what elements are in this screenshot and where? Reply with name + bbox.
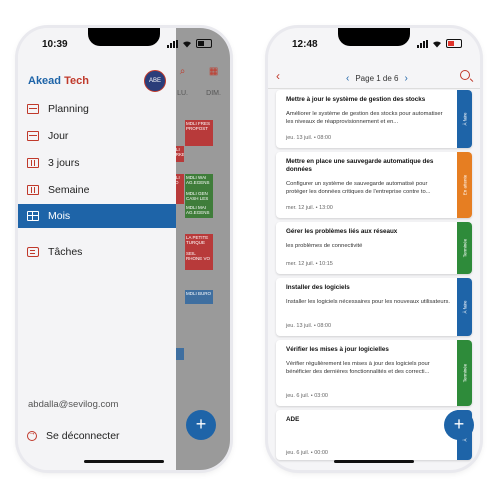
status-badge: À faire [457, 278, 472, 336]
task-description: Vérifier régulièrement les mises à jour … [286, 361, 430, 375]
search-icon: ⌕ [179, 66, 186, 77]
status-label: Terminée [462, 363, 467, 383]
menu-label: Semaine [48, 184, 90, 196]
prev-page-button[interactable]: ‹ [346, 73, 349, 84]
home-indicator [84, 460, 164, 463]
task-date: mer. 12 juil. • 10:15 [286, 261, 333, 267]
three-days-icon [27, 158, 39, 168]
day-label: DIM. [206, 90, 221, 97]
calendar-event: SEIL RHONE VO [185, 250, 213, 270]
back-icon[interactable]: ‹ [276, 69, 280, 83]
task-title: Installer des logiciels [286, 284, 350, 291]
status-label: À faire [462, 112, 467, 126]
status-badge: Terminée [457, 340, 472, 406]
status-label: Terminée [462, 238, 467, 258]
status-time: 10:39 [42, 39, 68, 50]
menu-label: Jour [48, 130, 69, 142]
calendar-event: MDLI WAI AG.EGENS [185, 174, 213, 190]
task-title: ADE [286, 416, 300, 423]
right-phone-frame: 12:48 ‹ ‹ Page 1 de 6 › Mettre à jour le… [268, 28, 480, 470]
task-description: les problèmes de connectivité [286, 243, 363, 249]
task-title: Mettre en place une sauvegarde automatiq… [286, 158, 434, 173]
day-label: LU. [177, 90, 188, 97]
page-label: Page 1 de 6 [355, 74, 399, 83]
avatar[interactable]: ABE [144, 70, 166, 92]
task-description: Améliorer le système de gestion des stoc… [286, 111, 443, 125]
task-list-header: ‹ ‹ Page 1 de 6 › [268, 66, 480, 89]
week-icon [27, 185, 39, 195]
list-icon [27, 104, 39, 114]
task-card[interactable]: Mettre à jour le système de gestion des … [276, 90, 472, 148]
notch [88, 28, 160, 46]
task-title: Mettre à jour le système de gestion des … [286, 96, 426, 103]
menu-label: 3 jours [48, 157, 80, 169]
battery-icon [446, 39, 462, 48]
tasks-icon [27, 247, 39, 257]
menu-item-taches[interactable]: Tâches [18, 240, 176, 264]
task-card[interactable]: Gérer les problèmes liés aux réseaux les … [276, 222, 472, 274]
next-page-button[interactable]: › [405, 73, 408, 84]
notch [338, 28, 410, 46]
home-indicator [334, 460, 414, 463]
search-icon[interactable] [460, 70, 470, 80]
task-title: Gérer les problèmes liés aux réseaux [286, 228, 398, 235]
calendar-icon: ▦ [208, 66, 219, 77]
menu-item-semaine[interactable]: Semaine [18, 178, 176, 202]
add-event-button[interactable]: + [186, 410, 216, 440]
calendar-event: LA PETITE TURQUE [185, 234, 213, 250]
user-email: abdalla@sevilog.com [28, 399, 119, 410]
month-grid-icon [27, 211, 39, 221]
task-date: jeu. 13 juil. • 08:00 [286, 135, 332, 141]
battery-icon [196, 39, 212, 48]
menu-label: Mois [48, 210, 71, 222]
day-icon [27, 131, 39, 141]
task-card[interactable]: Installer des logiciels Installer les log… [276, 278, 472, 336]
status-time: 12:48 [292, 39, 318, 50]
status-badge: Terminée [457, 222, 472, 274]
logout-button[interactable]: Se déconnecter [18, 426, 176, 446]
task-description: Configurer un système de sauvegarde auto… [286, 181, 431, 195]
signal-icon [417, 39, 428, 48]
calendar-event: MDLI MAI AG.EGENS [185, 204, 213, 218]
task-card[interactable]: Vérifier les mises à jour logicielles Vér… [276, 340, 472, 406]
left-phone-frame: 10:39 ⌕ ▦ LU. DIM. MDLI FRES PROPOST MDL… [18, 28, 230, 470]
task-description: Installer les logiciels nécessaires pour… [286, 299, 451, 305]
add-task-button[interactable]: + [444, 410, 474, 440]
wifi-icon [433, 40, 441, 47]
menu-item-mois[interactable]: Mois [18, 204, 176, 228]
task-date: jeu. 6 juil. • 00:00 [286, 450, 328, 456]
calendar-event: MDLI GEN CASH LES [185, 190, 213, 204]
task-date: jeu. 13 juil. • 08:00 [286, 323, 332, 329]
status-badge: À faire [457, 90, 472, 148]
menu-item-planning[interactable]: Planning [18, 97, 176, 121]
task-card[interactable]: Mettre en place une sauvegarde automatiq… [276, 152, 472, 218]
navigation-drawer: Akead Tech ABE Planning Jour 3 jours Sem… [18, 28, 176, 470]
pagination: ‹ Page 1 de 6 › [346, 73, 408, 84]
menu-label: Planning [48, 103, 89, 115]
task-title: Vérifier les mises à jour logicielles [286, 346, 389, 353]
brand-part2: Tech [64, 75, 89, 87]
brand-logo: Akead Tech [28, 75, 89, 87]
status-label: En attente [462, 174, 467, 196]
calendar-event: MDLI BURO [185, 290, 213, 304]
calendar-event: MDLI FRES PROPOST [185, 120, 213, 146]
status-badge: En attente [457, 152, 472, 218]
calendar-background: ⌕ ▦ LU. DIM. MDLI FRES PROPOST MDLI MARK… [168, 28, 230, 470]
signal-icon [167, 39, 178, 48]
wifi-icon [183, 40, 191, 47]
brand-part1: Akead [28, 75, 62, 87]
menu-item-3-jours[interactable]: 3 jours [18, 151, 176, 175]
menu-label: Tâches [48, 246, 83, 258]
status-label: À faire [462, 300, 467, 314]
menu-item-jour[interactable]: Jour [18, 124, 176, 148]
task-date: jeu. 6 juil. • 03:00 [286, 393, 328, 399]
task-date: mer. 12 juil. • 13:00 [286, 205, 333, 211]
logout-icon [27, 428, 37, 441]
logout-label: Se déconnecter [46, 430, 120, 442]
task-card[interactable]: ADEjeu. 6 juil. • 00:00À faire [276, 410, 472, 460]
